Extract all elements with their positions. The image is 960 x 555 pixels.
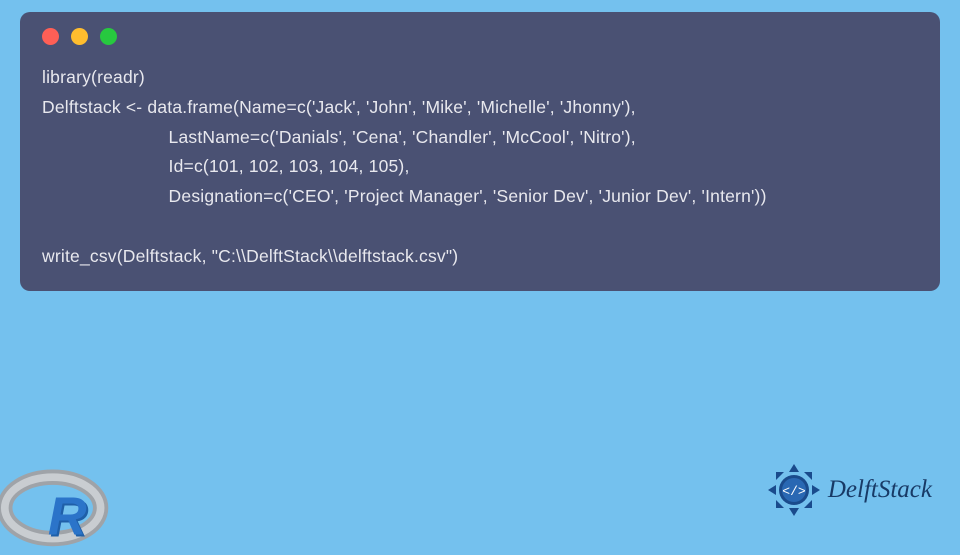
window-controls <box>42 28 918 45</box>
minimize-icon <box>71 28 88 45</box>
delftstack-logo: </> DelftStack <box>764 460 932 520</box>
delftstack-text: DelftStack <box>828 476 932 504</box>
code-line: LastName=c('Danials', 'Cena', 'Chandler'… <box>42 127 636 147</box>
svg-text:</>: </> <box>782 484 806 499</box>
code-line: write_csv(Delftstack, "C:\\DelftStack\\d… <box>42 246 458 266</box>
svg-text:R: R <box>48 487 87 547</box>
code-content: library(readr) Delftstack <- data.frame(… <box>42 63 918 271</box>
maximize-icon <box>100 28 117 45</box>
r-language-logo-icon: R R <box>0 460 115 555</box>
close-icon <box>42 28 59 45</box>
delftstack-badge-icon: </> <box>764 460 824 520</box>
code-line: Delftstack <- data.frame(Name=c('Jack', … <box>42 97 636 117</box>
code-line: Id=c(101, 102, 103, 104, 105), <box>42 156 410 176</box>
code-line: Designation=c('CEO', 'Project Manager', … <box>42 186 767 206</box>
code-block: library(readr) Delftstack <- data.frame(… <box>20 12 940 291</box>
code-line: library(readr) <box>42 67 145 87</box>
